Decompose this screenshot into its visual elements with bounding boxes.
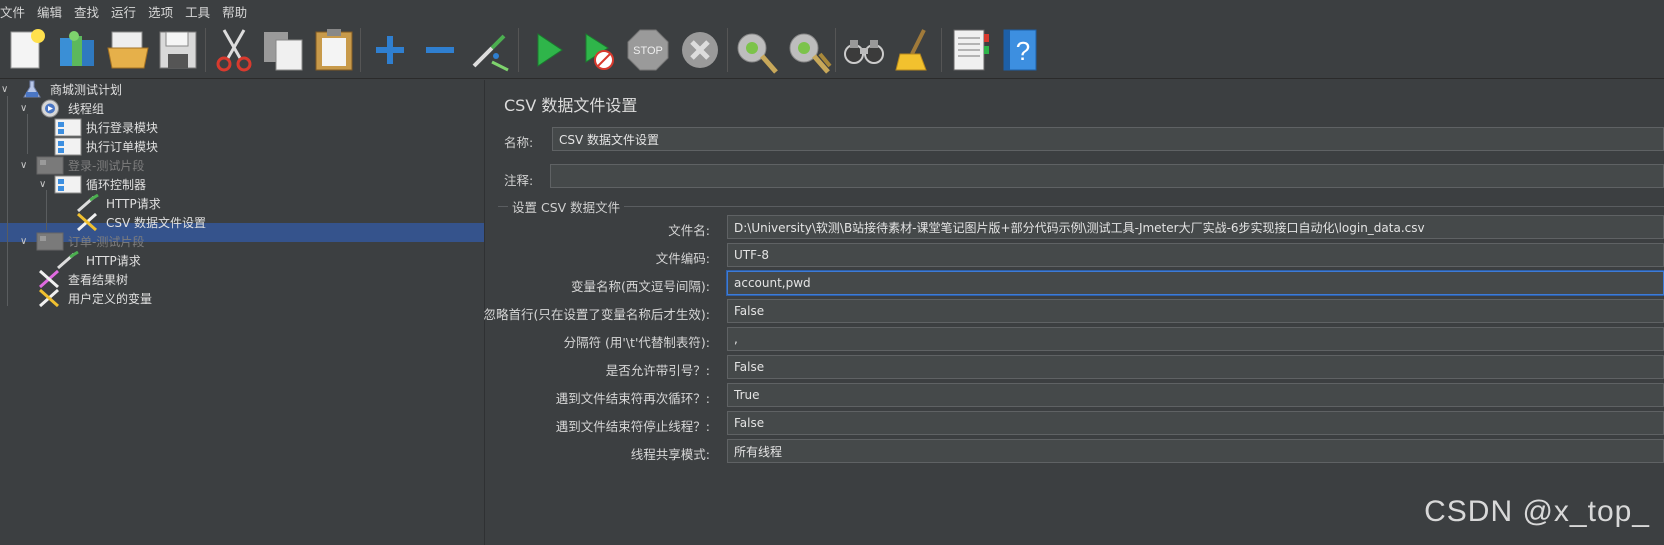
tree-item-label: 登录-测试片段: [68, 159, 145, 173]
toggle-icon[interactable]: [466, 26, 514, 74]
tree-item-label: HTTP请求: [106, 197, 161, 211]
tree-item-user-defined-vars[interactable]: 用户定义的变量: [36, 289, 152, 308]
name-label: 名称:: [504, 135, 534, 150]
ignore-first-line-label: 忽略首行(只在设置了变量名称后才生效):: [483, 307, 710, 322]
tree-item-http-request-2[interactable]: HTTP请求: [54, 251, 141, 270]
templates-icon[interactable]: [54, 26, 102, 74]
menu-run[interactable]: 运行: [111, 2, 142, 21]
tree-item-results-tree[interactable]: 查看结果树: [36, 270, 128, 289]
menu-help[interactable]: 帮助: [222, 2, 253, 21]
comment-label: 注释:: [504, 173, 534, 188]
tree-item-loop-controller[interactable]: 循环控制器: [54, 175, 146, 194]
menu-search[interactable]: 查找: [74, 2, 105, 21]
tree-item-label: 执行登录模块: [86, 121, 159, 135]
flask-icon: [18, 80, 46, 99]
file-encoding-field[interactable]: UTF-8: [727, 243, 1664, 267]
tree-item-csv-data-set[interactable]: CSV 数据文件设置: [74, 213, 206, 232]
config-element-icon: [36, 289, 64, 308]
tree-item-label: 用户定义的变量: [68, 292, 153, 306]
allow-quoted-select[interactable]: False: [727, 355, 1664, 379]
test-fragment-icon: [36, 156, 64, 175]
copy-icon[interactable]: [260, 26, 308, 74]
allow-quoted-label: 是否允许带引号？:: [605, 363, 710, 378]
tree-item-label: CSV 数据文件设置: [106, 216, 207, 230]
shutdown-icon[interactable]: [676, 26, 724, 74]
sharing-mode-select[interactable]: 所有线程: [727, 439, 1664, 463]
tree-item-order-fragment[interactable]: 订单-测试片段: [36, 232, 144, 251]
tree-item-http-request[interactable]: HTTP请求: [74, 194, 161, 213]
stop-thread-on-eof-select[interactable]: False: [727, 411, 1664, 435]
new-icon[interactable]: [2, 26, 50, 74]
variable-names-field[interactable]: account,pwd: [727, 271, 1664, 295]
tree-item-label: 线程组: [68, 102, 105, 116]
csv-config-panel: CSV 数据文件设置 名称: CSV 数据文件设置 注释: 设置 CSV 数据文…: [484, 80, 1664, 545]
start-no-pauses-icon[interactable]: [574, 26, 622, 74]
filename-label: 文件名:: [668, 223, 710, 238]
watermark-text: CSDN @x_top_: [1424, 495, 1650, 528]
tree-item-label: 循环控制器: [86, 178, 147, 192]
remove-icon[interactable]: [416, 26, 464, 74]
menu-options[interactable]: 选项: [148, 2, 179, 21]
tree-item-order-module[interactable]: 执行订单模块: [54, 137, 158, 156]
tree-item-thread-group[interactable]: 线程组: [36, 99, 104, 118]
expand-toggle[interactable]: ∨: [20, 237, 30, 247]
clear-icon[interactable]: [732, 26, 780, 74]
sharing-mode-label: 线程共享模式:: [630, 447, 710, 462]
stop-thread-on-eof-label: 遇到文件结束符停止线程？:: [555, 419, 710, 434]
panel-title: CSV 数据文件设置: [504, 96, 638, 115]
tree-item-label: HTTP请求: [86, 254, 141, 268]
sampler-pipette-icon: [54, 251, 82, 270]
config-element-icon: [74, 213, 102, 232]
delimiter-field[interactable]: ,: [727, 327, 1664, 351]
expand-toggle[interactable]: ∨: [1, 85, 11, 95]
menu-edit[interactable]: 编辑: [37, 2, 68, 21]
variable-names-label: 变量名称(西文逗号间隔):: [571, 279, 710, 294]
tree-item-login-module[interactable]: 执行登录模块: [54, 118, 158, 137]
reset-search-icon[interactable]: [890, 26, 938, 74]
start-icon[interactable]: [524, 26, 572, 74]
open-icon[interactable]: [104, 26, 152, 74]
delimiter-label: 分隔符 (用'\t'代替制表符):: [563, 335, 710, 350]
expand-toggle[interactable]: ∨: [20, 161, 30, 171]
module-controller-icon: [54, 118, 82, 137]
listener-icon: [36, 270, 64, 289]
menu-bar: 文件 编辑 查找 运行 选项 工具 帮助: [0, 0, 1664, 22]
module-controller-icon: [54, 137, 82, 156]
recycle-on-eof-label: 遇到文件结束符再次循环？:: [555, 391, 710, 406]
paste-icon[interactable]: [310, 26, 358, 74]
help-icon[interactable]: ?: [996, 26, 1044, 74]
tree-item-test-plan[interactable]: 商城测试计划: [18, 80, 122, 99]
thread-group-icon: [36, 99, 64, 118]
svg-text:?: ?: [1016, 36, 1030, 66]
search-icon[interactable]: [840, 26, 888, 74]
clear-all-icon[interactable]: [784, 26, 832, 74]
tree-item-login-fragment[interactable]: 登录-测试片段: [36, 156, 144, 175]
toolbar: STOP ?: [0, 22, 1664, 79]
tree-item-label: 执行订单模块: [86, 140, 159, 154]
recycle-on-eof-select[interactable]: True: [727, 383, 1664, 407]
tree-item-label: 订单-测试片段: [68, 235, 145, 249]
expand-toggle[interactable]: ∨: [39, 180, 49, 190]
file-encoding-label: 文件编码:: [655, 251, 710, 266]
cut-icon[interactable]: [210, 26, 258, 74]
tree-item-label: 商城测试计划: [50, 83, 123, 97]
ignore-first-line-select[interactable]: False: [727, 299, 1664, 323]
save-icon[interactable]: [154, 26, 202, 74]
stop-icon[interactable]: STOP: [624, 26, 672, 74]
menu-file[interactable]: 文件: [0, 2, 31, 21]
name-field[interactable]: CSV 数据文件设置: [552, 127, 1664, 151]
add-icon[interactable]: [366, 26, 414, 74]
menu-tools[interactable]: 工具: [185, 2, 216, 21]
comment-field[interactable]: [550, 164, 1664, 188]
svg-text:STOP: STOP: [633, 45, 663, 57]
sampler-pipette-icon: [74, 194, 102, 213]
filename-field[interactable]: D:\University\软测\B站接待素材-课堂笔记图片版+部分代码示例\测…: [727, 215, 1664, 239]
tree-item-label: 查看结果树: [68, 273, 129, 287]
test-fragment-icon: [36, 232, 64, 251]
expand-toggle[interactable]: ∨: [20, 104, 30, 114]
function-helper-icon[interactable]: [946, 26, 994, 74]
loop-controller-icon: [54, 175, 82, 194]
group-title: 设置 CSV 数据文件: [508, 197, 625, 216]
